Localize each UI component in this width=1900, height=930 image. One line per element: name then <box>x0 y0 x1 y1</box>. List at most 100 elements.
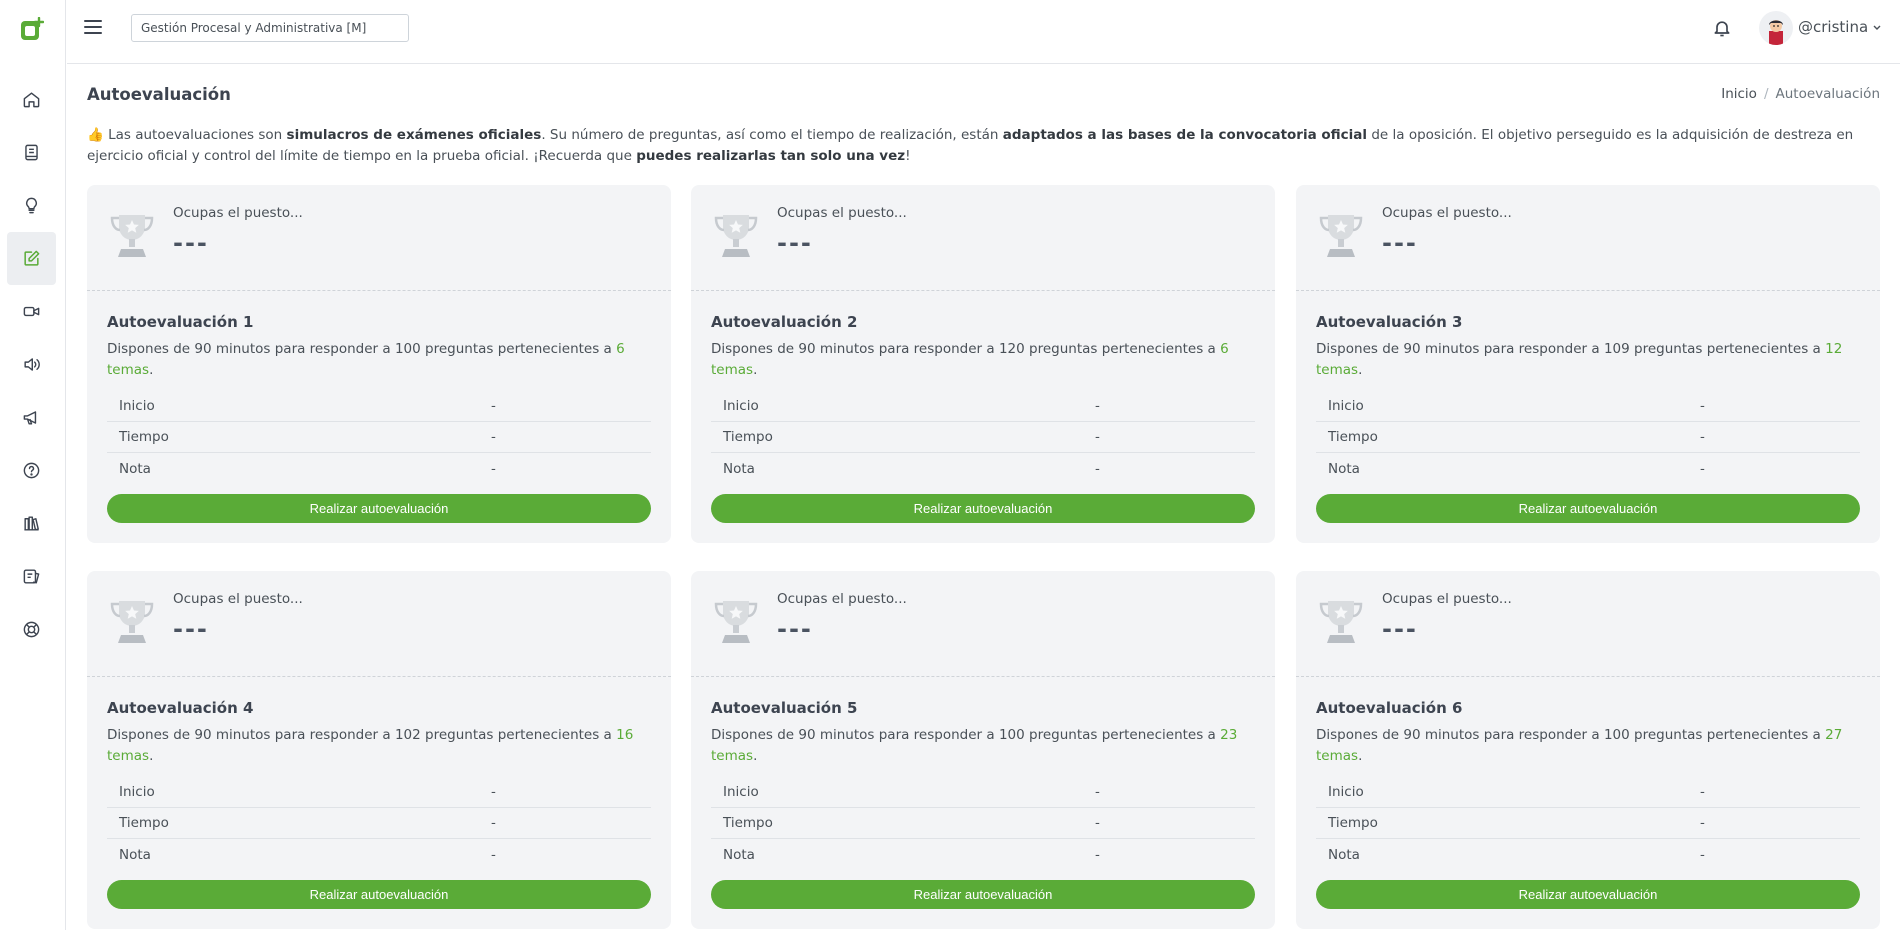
card-title: Autoevaluación 1 <box>107 313 254 331</box>
chevron-down-icon[interactable] <box>1873 25 1881 31</box>
trophy-icon <box>714 215 758 257</box>
user-avatar[interactable] <box>1759 11 1793 45</box>
card-description: Dispones de 90 minutos para responder a … <box>107 341 625 378</box>
stat-row-nota: Nota - <box>723 846 1100 863</box>
menu-toggle-icon[interactable] <box>84 20 102 36</box>
trophy-icon <box>714 601 758 643</box>
stat-row-tiempo: Tiempo - <box>711 808 1255 839</box>
username-label[interactable]: @cristina <box>1798 18 1868 36</box>
sidebar-item-audios[interactable] <box>7 338 56 391</box>
video-icon <box>23 306 40 317</box>
sidebar <box>0 0 66 930</box>
stat-row-tiempo: Tiempo - <box>711 422 1255 453</box>
stat-row-nota: Nota - <box>119 460 496 477</box>
rank-label: Ocupas el puesto... <box>1382 205 1512 221</box>
card-title: Autoevaluación 3 <box>1316 313 1463 331</box>
rank-value: --- <box>777 615 813 643</box>
card-description: Dispones de 90 minutos para responder a … <box>711 727 1238 764</box>
rank-label: Ocupas el puesto... <box>777 591 907 607</box>
stats-table: Inicio - Tiempo - Nota - <box>1316 777 1860 870</box>
help-icon <box>23 462 40 479</box>
sidebar-item-autoevaluacion[interactable] <box>7 232 56 285</box>
card-title: Autoevaluación 2 <box>711 313 858 331</box>
realizar-autoevaluacion-button[interactable]: Realizar autoevaluación <box>107 494 651 523</box>
rank-value: --- <box>1382 615 1418 643</box>
stat-row-inicio: Inicio - <box>107 777 651 808</box>
topbar: Gestión Procesal y Administrativa [M] @c… <box>67 0 1900 64</box>
trophy-icon <box>110 215 154 257</box>
rank-value: --- <box>777 229 813 257</box>
stat-row-nota: Nota - <box>723 460 1100 477</box>
card-title: Autoevaluación 4 <box>107 699 254 717</box>
stat-row-tiempo: Tiempo - <box>1316 808 1860 839</box>
sidebar-item-ideas[interactable] <box>7 179 56 232</box>
realizar-autoevaluacion-button[interactable]: Realizar autoevaluación <box>711 494 1255 523</box>
autoevaluacion-card: Ocupas el puesto... --- Autoevaluación 3… <box>1296 185 1880 543</box>
stat-row-nota: Nota - <box>1328 460 1705 477</box>
autoevaluacion-card: Ocupas el puesto... --- Autoevaluación 4… <box>87 571 671 929</box>
stat-row-nota: Nota - <box>119 846 496 863</box>
lightbulb-icon <box>26 197 37 214</box>
page-title: Autoevaluación <box>87 85 231 104</box>
autoevaluacion-card: Ocupas el puesto... --- Autoevaluación 5… <box>691 571 1275 929</box>
breadcrumb-current: Autoevaluación <box>1775 86 1880 102</box>
library-icon <box>24 516 39 531</box>
autoevaluacion-card: Ocupas el puesto... --- Autoevaluación 2… <box>691 185 1275 543</box>
stat-row-inicio: Inicio - <box>1316 391 1860 422</box>
sketch-icon <box>23 569 40 584</box>
audio-icon <box>24 358 40 371</box>
stat-row-inicio: Inicio - <box>1316 777 1860 808</box>
intro-text: 👍 Las autoevaluaciones son simulacros de… <box>87 127 1854 164</box>
thumbs-up-icon: 👍 <box>87 127 104 143</box>
sidebar-item-ayuda[interactable] <box>7 444 56 497</box>
stat-row-tiempo: Tiempo - <box>107 808 651 839</box>
home-icon <box>23 92 40 108</box>
edit-icon <box>24 250 40 266</box>
realizar-autoevaluacion-button[interactable]: Realizar autoevaluación <box>1316 494 1860 523</box>
stats-table: Inicio - Tiempo - Nota - <box>107 391 651 484</box>
breadcrumb: Inicio / Autoevaluación <box>1721 86 1880 102</box>
megaphone-icon <box>23 411 37 425</box>
stats-table: Inicio - Tiempo - Nota - <box>711 391 1255 484</box>
sidebar-item-temario[interactable] <box>7 126 56 179</box>
sidebar-item-videos[interactable] <box>7 285 56 338</box>
stats-table: Inicio - Tiempo - Nota - <box>1316 391 1860 484</box>
book-icon <box>25 144 38 161</box>
rank-label: Ocupas el puesto... <box>1382 591 1512 607</box>
stat-row-inicio: Inicio - <box>711 777 1255 808</box>
breadcrumb-home-link[interactable]: Inicio <box>1721 86 1757 102</box>
course-selector[interactable]: Gestión Procesal y Administrativa [M] <box>131 14 409 42</box>
realizar-autoevaluacion-button[interactable]: Realizar autoevaluación <box>711 880 1255 909</box>
card-description: Dispones de 90 minutos para responder a … <box>107 727 634 764</box>
rank-value: --- <box>1382 229 1418 257</box>
stat-row-tiempo: Tiempo - <box>107 422 651 453</box>
autoevaluacion-card: Ocupas el puesto... --- Autoevaluación 1… <box>87 185 671 543</box>
rank-value: --- <box>173 615 209 643</box>
stat-row-inicio: Inicio - <box>711 391 1255 422</box>
card-description: Dispones de 90 minutos para responder a … <box>1316 341 1843 378</box>
sidebar-item-soporte[interactable] <box>7 603 56 656</box>
sidebar-item-home[interactable] <box>7 73 56 126</box>
sidebar-item-esquemas[interactable] <box>7 550 56 603</box>
sidebar-item-biblioteca[interactable] <box>7 497 56 550</box>
realizar-autoevaluacion-button[interactable]: Realizar autoevaluación <box>107 880 651 909</box>
trophy-icon <box>110 601 154 643</box>
sidebar-item-noticias[interactable] <box>7 391 56 444</box>
support-icon <box>23 621 40 638</box>
trophy-icon <box>1319 215 1363 257</box>
stats-table: Inicio - Tiempo - Nota - <box>107 777 651 870</box>
card-title: Autoevaluación 5 <box>711 699 858 717</box>
main-content: Autoevaluación Inicio / Autoevaluación 👍 L… <box>67 65 1900 930</box>
card-title: Autoevaluación 6 <box>1316 699 1463 717</box>
stat-row-nota: Nota - <box>1328 846 1705 863</box>
realizar-autoevaluacion-button[interactable]: Realizar autoevaluación <box>1316 880 1860 909</box>
card-description: Dispones de 90 minutos para responder a … <box>711 341 1229 378</box>
card-description: Dispones de 90 minutos para responder a … <box>1316 727 1843 764</box>
autoevaluacion-card: Ocupas el puesto... --- Autoevaluación 6… <box>1296 571 1880 929</box>
stat-row-inicio: Inicio - <box>107 391 651 422</box>
rank-label: Ocupas el puesto... <box>173 591 303 607</box>
app-logo-icon[interactable] <box>20 17 44 41</box>
rank-label: Ocupas el puesto... <box>173 205 303 221</box>
stats-table: Inicio - Tiempo - Nota - <box>711 777 1255 870</box>
notifications-bell-icon[interactable] <box>1712 18 1732 38</box>
